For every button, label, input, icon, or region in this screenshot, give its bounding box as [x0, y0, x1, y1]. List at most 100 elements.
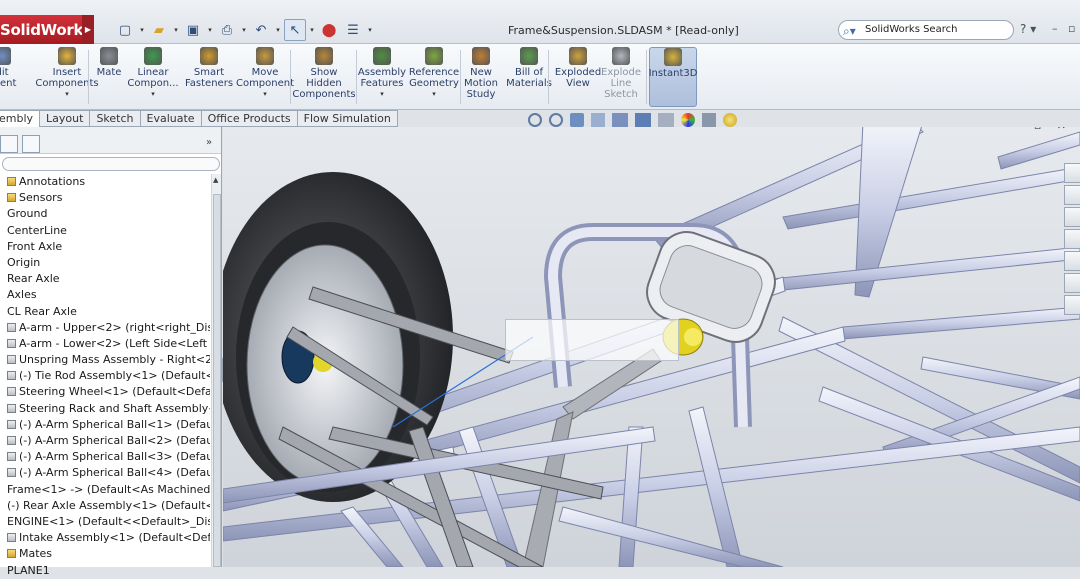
reference-geometry-button[interactable]: Reference Geometry ▾ [409, 47, 459, 107]
tab-flow-simulation[interactable]: Flow Simulation [297, 110, 398, 127]
dropdown-icon[interactable]: ▾ [151, 89, 155, 100]
zoom-to-area-icon[interactable] [549, 113, 563, 127]
custom-properties-tab-icon[interactable] [1064, 295, 1080, 315]
property-manager-tab-icon[interactable] [22, 135, 40, 153]
tree-item[interactable]: (-) A-Arm Spherical Ball<2> (Default<< [0, 433, 210, 449]
new-icon[interactable]: ▢ [114, 19, 136, 41]
tree-item-label: (-) Tie Rod Assembly<1> (Default<Defa [19, 369, 210, 383]
tree-item[interactable]: (-) A-Arm Spherical Ball<4> (Default<< [0, 465, 210, 481]
hide-show-items-icon[interactable] [658, 113, 674, 127]
print-icon[interactable]: ⎙ [216, 19, 238, 41]
rebuild-icon[interactable]: ⬤ [318, 19, 340, 41]
tree-item[interactable]: Steering Rack and Shaft Assembly<1> ( [0, 401, 210, 417]
appearances-tab-icon[interactable] [1064, 273, 1080, 293]
ribbon-label: Mate [96, 67, 122, 78]
tree-item[interactable]: (-) Tie Rod Assembly<1> (Default<Defa [0, 368, 210, 384]
display-style-icon[interactable] [635, 113, 651, 127]
section-view-icon[interactable] [591, 113, 605, 127]
tree-item[interactable]: CL Rear Axle [0, 304, 210, 320]
view-settings-icon[interactable] [723, 113, 737, 127]
ribbon-label: View [566, 78, 590, 89]
tree-item[interactable]: Intake Assembly<1> (Default<Default_D [0, 530, 210, 546]
tree-item[interactable]: CenterLine [0, 223, 210, 239]
tree-item[interactable]: A-arm - Upper<2> (right<right_Display [0, 320, 210, 336]
apply-scene-icon[interactable] [702, 113, 716, 127]
smart-fasteners-button[interactable]: Smart Fasteners [185, 47, 233, 107]
search-tab-icon[interactable] [1064, 229, 1080, 249]
tree-item[interactable]: ENGINE<1> (Default<<Default>_Display St [0, 514, 210, 530]
tree-item[interactable]: Mates [0, 546, 210, 562]
dropdown-icon[interactable]: ▾ [432, 89, 436, 100]
resources-tab-icon[interactable] [1064, 163, 1080, 183]
exploded-view-button[interactable]: Exploded View [555, 47, 601, 107]
ribbon-label: Components [292, 89, 356, 100]
ribbon-label: Geometry [409, 78, 459, 89]
edit-appearance-icon[interactable] [681, 113, 695, 127]
tab-office-products[interactable]: Office Products [201, 110, 298, 127]
dropdown-icon[interactable]: ▾ [380, 89, 384, 100]
ribbon-label: Compon... [127, 78, 179, 89]
edit-component-button[interactable]: ditonent [0, 47, 22, 107]
tab-evaluate[interactable]: Evaluate [140, 110, 202, 127]
tree-item[interactable]: Ground [0, 206, 210, 222]
maximize-button[interactable]: ▫ [1068, 22, 1075, 35]
bill-of-materials-button[interactable]: Bill of Materials [506, 47, 552, 107]
tree-item[interactable]: Frame<1> -> (Default<As Machined><<D [0, 482, 210, 498]
feature-tree-tab-icon[interactable] [0, 135, 18, 153]
file-explorer-tab-icon[interactable] [1064, 207, 1080, 227]
tree-item[interactable]: (-) A-Arm Spherical Ball<1> (Default<< [0, 417, 210, 433]
dropdown-icon[interactable]: ▾ [263, 89, 267, 100]
view-palette-tab-icon[interactable] [1064, 251, 1080, 271]
explode-line-sketch-button[interactable]: Explode Line Sketch [601, 47, 641, 107]
linear-component-button[interactable]: Linear Compon... ▾ [126, 47, 180, 107]
tree-scrollbar[interactable]: ▲ [211, 174, 221, 567]
help-button[interactable]: ? ▾ [1020, 22, 1036, 36]
tab-sketch[interactable]: Sketch [90, 110, 141, 127]
instant3d-button[interactable]: Instant3D [649, 47, 697, 107]
tree-filter-input[interactable] [2, 157, 220, 171]
insert-components-button[interactable]: Insert Components ▾ [35, 47, 99, 107]
solidworks-search-input[interactable]: ⌕▾ SolidWorks Search [838, 20, 1014, 40]
save-icon[interactable]: ▣ [182, 19, 204, 41]
view-orientation-icon[interactable] [612, 113, 628, 127]
tree-item[interactable]: (-) Rear Axle Assembly<1> (Default<Defau [0, 498, 210, 514]
menu-expand-icon[interactable]: ▶ [82, 15, 94, 45]
graphics-viewport[interactable]: – ▫ ✕ [223, 127, 1080, 567]
panel-expand-icon[interactable]: » [206, 137, 212, 148]
context-toolbar[interactable] [505, 319, 679, 361]
undo-icon[interactable]: ↶ [250, 19, 272, 41]
component-icon [7, 371, 16, 381]
scroll-thumb[interactable] [213, 194, 221, 567]
zoom-to-fit-icon[interactable] [528, 113, 542, 127]
options-icon[interactable]: ☰ [342, 19, 364, 41]
select-icon[interactable]: ↖ [284, 19, 306, 41]
new-motion-study-button[interactable]: New Motion Study [464, 47, 498, 107]
component-icon [7, 419, 16, 429]
tree-item[interactable]: Origin [0, 255, 210, 271]
move-component-button[interactable]: Move Component ▾ [236, 47, 294, 107]
tab-layout[interactable]: Layout [40, 110, 91, 127]
scroll-up-icon[interactable]: ▲ [213, 176, 218, 184]
tree-item[interactable]: Steering Wheel<1> (Default<Default_Di [0, 384, 210, 400]
tree-item[interactable]: PLANE1 [0, 563, 210, 579]
previous-view-icon[interactable] [570, 113, 584, 127]
open-icon[interactable]: ▰ [148, 19, 170, 41]
tree-item[interactable]: Rear Axle [0, 271, 210, 287]
tree-item[interactable]: Sensors [0, 190, 210, 206]
tree-item[interactable]: Annotations [0, 174, 210, 190]
viewport-window-controls[interactable]: – ▫ ✕ [1013, 127, 1072, 132]
minimize-button[interactable]: – [1052, 22, 1058, 35]
mate-button[interactable]: Mate [94, 47, 124, 107]
solidworks-logo[interactable]: SolidWorks [0, 15, 92, 45]
tree-item[interactable]: Axles [0, 287, 210, 303]
show-hidden-button[interactable]: Show Hidden Components [292, 47, 356, 107]
dropdown-icon[interactable]: ▾ [65, 89, 69, 100]
tree-item[interactable]: A-arm - Lower<2> (Left Side<Left Side_ [0, 336, 210, 352]
tab-assembly[interactable]: Assembly [0, 110, 41, 127]
tree-item[interactable]: (-) A-Arm Spherical Ball<3> (Default<< [0, 449, 210, 465]
tree-item[interactable]: Unspring Mass Assembly - Right<2> (D [0, 352, 210, 368]
assembly-features-button[interactable]: Assembly Features ▾ [358, 47, 406, 107]
design-library-tab-icon[interactable] [1064, 185, 1080, 205]
tree-item-label: Front Axle [7, 239, 63, 253]
tree-item[interactable]: Front Axle [0, 239, 210, 255]
